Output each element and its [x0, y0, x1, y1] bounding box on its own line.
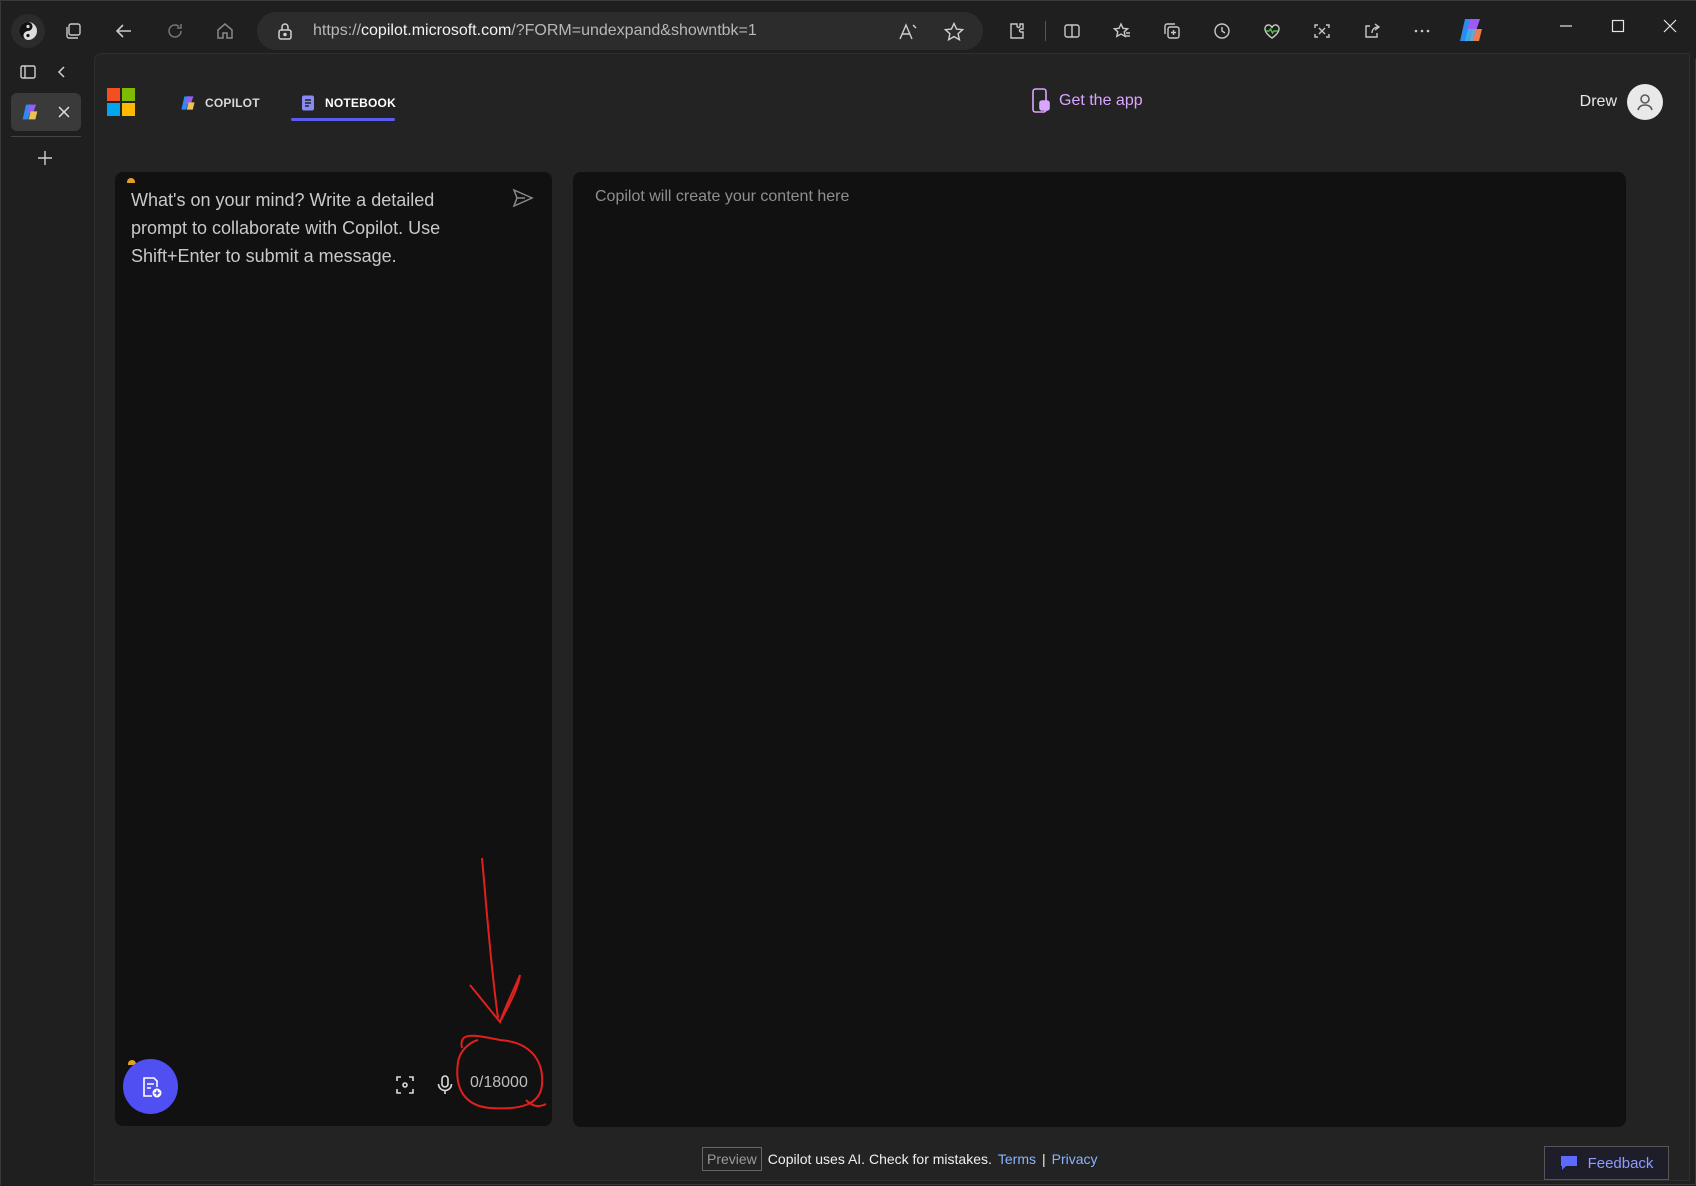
- preview-badge: Preview: [702, 1147, 762, 1171]
- new-note-icon: [142, 1076, 161, 1097]
- profile-icon[interactable]: [11, 14, 45, 48]
- copilot-tab-favicon: [17, 99, 43, 125]
- prompt-input[interactable]: What's on your mind? Write a detailed pr…: [131, 186, 471, 270]
- character-counter: 0/18000: [470, 1074, 528, 1091]
- favorites-icon[interactable]: [1107, 16, 1137, 46]
- active-tab-indicator: [291, 118, 395, 121]
- favorite-star-icon[interactable]: [943, 21, 965, 43]
- footer-separator: |: [1042, 1151, 1046, 1167]
- tab-copilot[interactable]: COPILOT: [179, 88, 260, 118]
- footer: Preview Copilot uses AI. Check for mista…: [702, 1147, 1098, 1171]
- back-icon[interactable]: [109, 16, 139, 46]
- new-tab-icon[interactable]: [32, 145, 58, 171]
- avatar[interactable]: [1627, 84, 1663, 120]
- visual-search-icon[interactable]: [392, 1072, 418, 1098]
- microsoft-logo[interactable]: [107, 88, 135, 116]
- workspaces-icon[interactable]: [58, 16, 88, 46]
- close-window-icon[interactable]: [1650, 11, 1690, 41]
- share-icon[interactable]: [1357, 16, 1387, 46]
- toolbar-separator: [1045, 21, 1046, 41]
- split-screen-icon[interactable]: [1057, 16, 1087, 46]
- tab-actions-icon[interactable]: [15, 59, 41, 85]
- maximize-icon[interactable]: [1598, 11, 1638, 41]
- tab-notebook-label: NOTEBOOK: [325, 96, 396, 110]
- tab-notebook[interactable]: NOTEBOOK: [299, 88, 396, 118]
- prompt-editor-panel: What's on your mind? Write a detailed pr…: [115, 172, 552, 1126]
- close-tab-icon[interactable]: [51, 99, 77, 125]
- copilot-page: COPILOT NOTEBOOK Get the app Drew What's…: [94, 53, 1690, 1181]
- feedback-button[interactable]: Feedback: [1544, 1146, 1669, 1180]
- focus-indicator-dot: [127, 178, 135, 183]
- user-name: Drew: [1579, 93, 1617, 110]
- home-icon[interactable]: [210, 16, 240, 46]
- microphone-icon[interactable]: [432, 1072, 458, 1098]
- copilot-sidebar-icon[interactable]: [1456, 15, 1486, 45]
- url-text[interactable]: https://copilot.microsoft.com/?FORM=unde…: [313, 22, 757, 40]
- browser-window: https://copilot.microsoft.com/?FORM=unde…: [0, 0, 1696, 1186]
- extensions-icon[interactable]: [1002, 16, 1032, 46]
- lock-icon[interactable]: [275, 21, 295, 41]
- phone-icon: [1032, 88, 1050, 113]
- history-icon[interactable]: [1207, 16, 1237, 46]
- get-the-app-link[interactable]: Get the app: [1031, 86, 1143, 116]
- minimize-icon[interactable]: [1546, 11, 1586, 41]
- new-notebook-button[interactable]: [123, 1059, 178, 1114]
- refresh-icon[interactable]: [160, 16, 190, 46]
- collapse-tabs-icon[interactable]: [49, 59, 75, 85]
- user-icon: [1637, 94, 1653, 111]
- feedback-icon: [1560, 1156, 1577, 1170]
- vertical-tab-strip: [1, 59, 93, 1186]
- browser-essentials-icon[interactable]: [1257, 16, 1287, 46]
- collections-icon[interactable]: [1157, 16, 1187, 46]
- active-tab[interactable]: [11, 93, 81, 131]
- read-aloud-icon[interactable]: [897, 21, 919, 43]
- address-bar[interactable]: https://copilot.microsoft.com/?FORM=unde…: [257, 12, 983, 50]
- notebook-icon: [302, 95, 314, 111]
- user-menu[interactable]: Drew: [1580, 84, 1663, 120]
- browser-toolbar: https://copilot.microsoft.com/?FORM=unde…: [1, 1, 1696, 59]
- more-options-icon[interactable]: [1407, 16, 1437, 46]
- get-the-app-label: Get the app: [1059, 92, 1143, 109]
- tab-divider: [11, 136, 81, 137]
- privacy-link[interactable]: Privacy: [1052, 1151, 1098, 1167]
- tab-copilot-label: COPILOT: [205, 96, 260, 110]
- send-icon[interactable]: [511, 186, 535, 210]
- screenshot-icon[interactable]: [1307, 16, 1337, 46]
- content-output-panel: Copilot will create your content here: [573, 172, 1626, 1127]
- feedback-label: Feedback: [1587, 1154, 1654, 1172]
- copilot-icon: [181, 96, 195, 110]
- disclaimer-text: Copilot uses AI. Check for mistakes.: [767, 1151, 992, 1167]
- terms-link[interactable]: Terms: [998, 1151, 1036, 1167]
- content-placeholder: Copilot will create your content here: [595, 188, 850, 205]
